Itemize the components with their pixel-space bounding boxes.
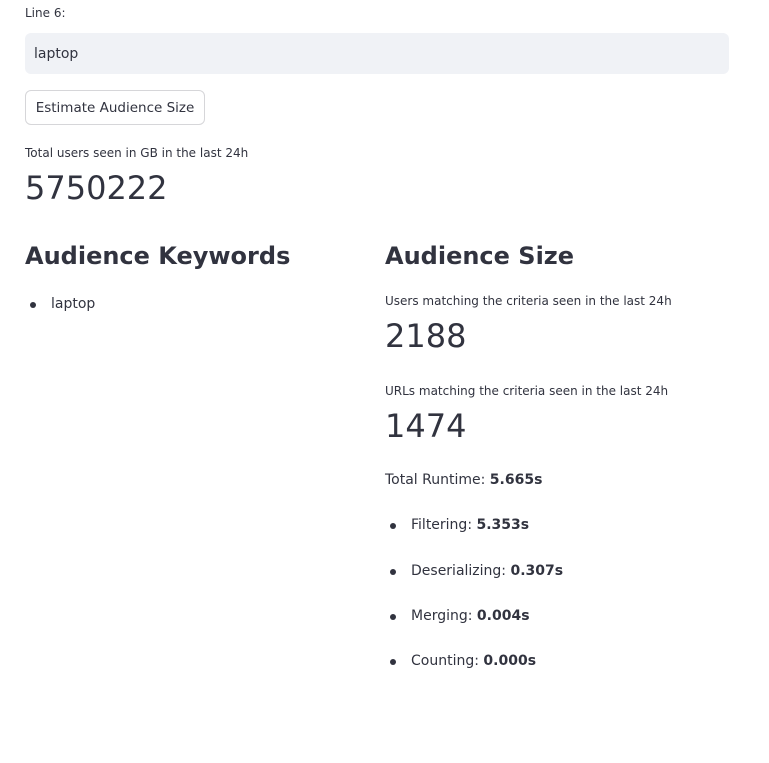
step-label: Counting: xyxy=(411,653,479,669)
total-runtime-value: 5.665s xyxy=(489,472,543,488)
bullet-icon xyxy=(30,302,36,308)
urls-matching-value: 1474 xyxy=(385,407,467,445)
page: Line 6: Estimate Audience Size Total use… xyxy=(0,0,769,763)
step-value: 5.353s xyxy=(476,517,530,533)
bullet-icon xyxy=(390,569,396,575)
bullet-icon xyxy=(390,659,396,665)
total-users-label: Total users seen in GB in the last 24h xyxy=(25,146,249,160)
keyword-input-label: Line 6: xyxy=(25,6,66,20)
users-matching-value: 2188 xyxy=(385,317,467,355)
total-runtime-label: Total Runtime: xyxy=(385,472,486,488)
audience-size-heading: Audience Size xyxy=(385,242,575,270)
step-label: Filtering: xyxy=(411,517,473,533)
step-value: 0.000s xyxy=(483,653,537,669)
urls-matching-label: URLs matching the criteria seen in the l… xyxy=(385,384,669,398)
total-runtime: Total Runtime: 5.665s xyxy=(385,472,542,488)
audience-keywords-heading: Audience Keywords xyxy=(25,242,291,270)
users-matching-label: Users matching the criteria seen in the … xyxy=(385,294,672,308)
bullet-icon xyxy=(390,523,396,529)
keyword-input[interactable] xyxy=(25,33,729,74)
bullet-icon xyxy=(390,614,396,620)
step-value: 0.307s xyxy=(510,563,564,579)
step-value: 0.004s xyxy=(476,608,530,624)
estimate-audience-size-button[interactable]: Estimate Audience Size xyxy=(25,90,205,125)
step-label: Deserializing: xyxy=(411,563,507,579)
keyword-text: laptop xyxy=(51,296,96,312)
total-users-value: 5750222 xyxy=(25,169,168,207)
step-label: Merging: xyxy=(411,608,473,624)
